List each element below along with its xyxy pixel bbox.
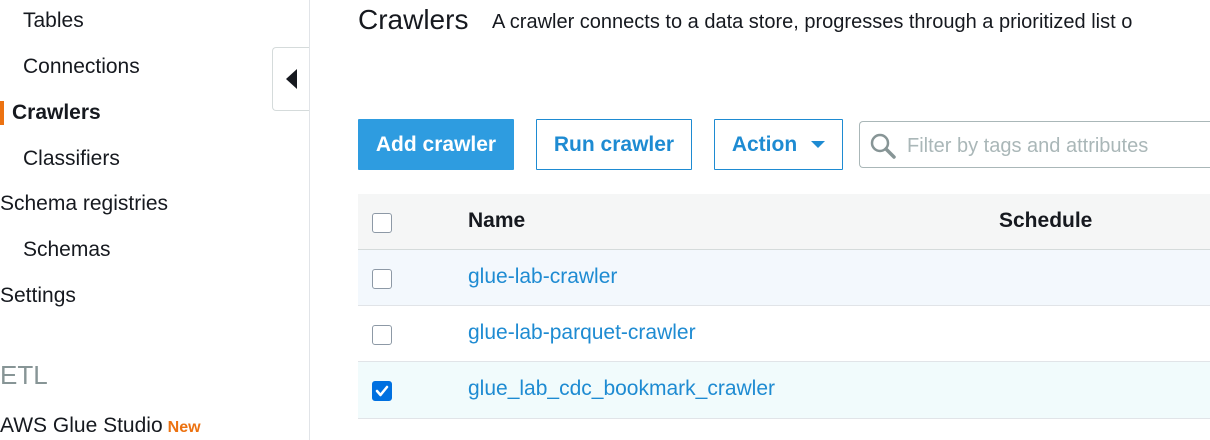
crawler-name-link[interactable]: glue-lab-crawler <box>468 265 617 289</box>
sidebar: Tables Connections Crawlers Classifiers … <box>0 0 310 440</box>
crawler-name-link[interactable]: glue_lab_cdc_bookmark_crawler <box>468 377 775 401</box>
table-row[interactable]: glue-lab-crawler <box>358 250 1210 306</box>
sidebar-item-glue-studio[interactable]: AWS Glue Studio New <box>0 414 201 438</box>
filter-search-box[interactable] <box>859 121 1210 168</box>
page-description: A crawler connects to a data store, prog… <box>492 11 1133 33</box>
table-header-row: Name Schedule <box>358 194 1210 250</box>
sidebar-item-tables[interactable]: Tables <box>23 9 84 33</box>
row-checkbox[interactable] <box>372 269 392 289</box>
table-row[interactable]: glue_lab_cdc_bookmark_crawler <box>358 362 1210 419</box>
caret-down-icon <box>811 141 826 148</box>
search-icon <box>870 133 896 159</box>
row-checkbox[interactable] <box>372 381 392 401</box>
sidebar-item-settings[interactable]: Settings <box>0 284 76 308</box>
crawler-name-link[interactable]: glue-lab-parquet-crawler <box>468 321 696 345</box>
page-title: Crawlers <box>358 4 469 35</box>
collapse-sidebar-button[interactable] <box>272 47 309 111</box>
sidebar-item-crawlers[interactable]: Crawlers <box>12 101 101 125</box>
sidebar-item-schemas[interactable]: Schemas <box>23 238 111 262</box>
column-header-name[interactable]: Name <box>468 209 525 233</box>
sidebar-section-etl: ETL <box>0 360 48 390</box>
run-crawler-button[interactable]: Run crawler <box>536 119 692 170</box>
column-header-schedule[interactable]: Schedule <box>999 209 1092 233</box>
checkmark-icon <box>375 385 389 397</box>
add-crawler-button[interactable]: Add crawler <box>358 119 514 170</box>
sidebar-item-classifiers[interactable]: Classifiers <box>23 147 120 171</box>
action-dropdown-button[interactable]: Action <box>714 119 843 170</box>
active-indicator <box>0 101 4 125</box>
crawlers-table: Name Schedule glue-lab-crawler glue-lab-… <box>358 194 1210 419</box>
caret-left-icon <box>286 69 297 89</box>
select-all-checkbox[interactable] <box>372 213 392 233</box>
action-label: Action <box>731 132 798 156</box>
filter-input[interactable] <box>905 131 1209 161</box>
sidebar-item-label: AWS Glue Studio <box>0 414 163 437</box>
sidebar-item-schema-registries[interactable]: Schema registries <box>0 192 168 216</box>
new-badge: New <box>167 419 201 436</box>
table-row[interactable]: glue-lab-parquet-crawler <box>358 306 1210 362</box>
sidebar-item-connections[interactable]: Connections <box>23 55 140 79</box>
row-checkbox[interactable] <box>372 325 392 345</box>
